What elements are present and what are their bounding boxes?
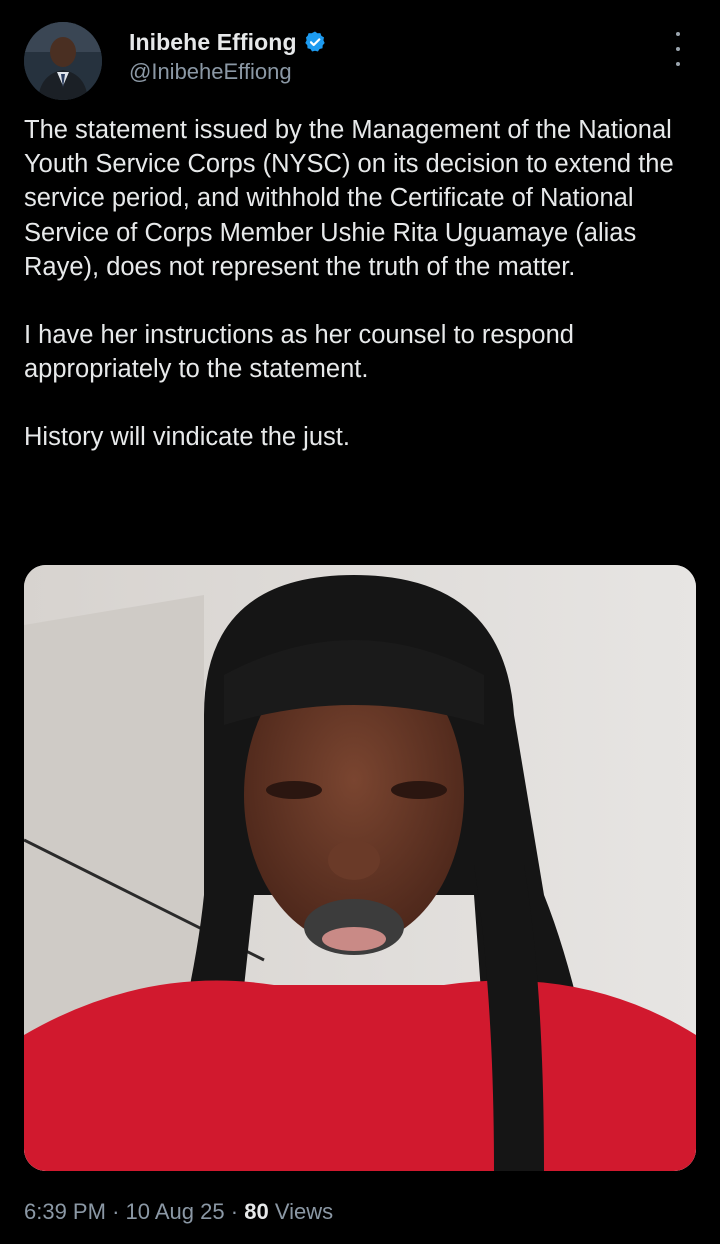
more-dot	[676, 62, 680, 66]
tweet-date[interactable]: 10 Aug 25	[126, 1199, 225, 1224]
tweet-card: Inibehe Effiong @InibeheEffiong The stat…	[0, 0, 720, 1244]
views-label: Views	[274, 1199, 334, 1224]
tweet-text: The statement issued by the Management o…	[24, 113, 696, 455]
more-vertical-icon[interactable]	[668, 32, 688, 66]
avatar[interactable]	[24, 22, 102, 100]
tweet-time[interactable]: 6:39 PM	[24, 1199, 106, 1224]
display-name[interactable]: Inibehe Effiong	[129, 29, 297, 56]
meta-separator: ·	[230, 1199, 239, 1224]
tweet-paragraph-1: The statement issued by the Management o…	[24, 116, 674, 281]
views-count[interactable]: 80	[244, 1199, 268, 1224]
more-dot	[676, 47, 680, 51]
media-photo-illustration	[24, 565, 696, 1171]
display-name-row: Inibehe Effiong	[129, 26, 327, 58]
verified-badge-icon	[303, 30, 327, 54]
author-names: Inibehe Effiong @InibeheEffiong	[129, 26, 327, 85]
tweet-paragraph-3: History will vindicate the just.	[24, 423, 350, 452]
tweet-media-image[interactable]	[24, 565, 696, 1171]
tweet-paragraph-2: I have her instructions as her counsel t…	[24, 321, 574, 384]
tweet-header: Inibehe Effiong @InibeheEffiong	[24, 22, 696, 100]
meta-separator: ·	[112, 1199, 120, 1224]
author-handle[interactable]: @InibeheEffiong	[129, 59, 327, 85]
more-dot	[676, 32, 680, 36]
tweet-meta: 6:39 PM · 10 Aug 25 · 80 Views	[24, 1199, 333, 1225]
